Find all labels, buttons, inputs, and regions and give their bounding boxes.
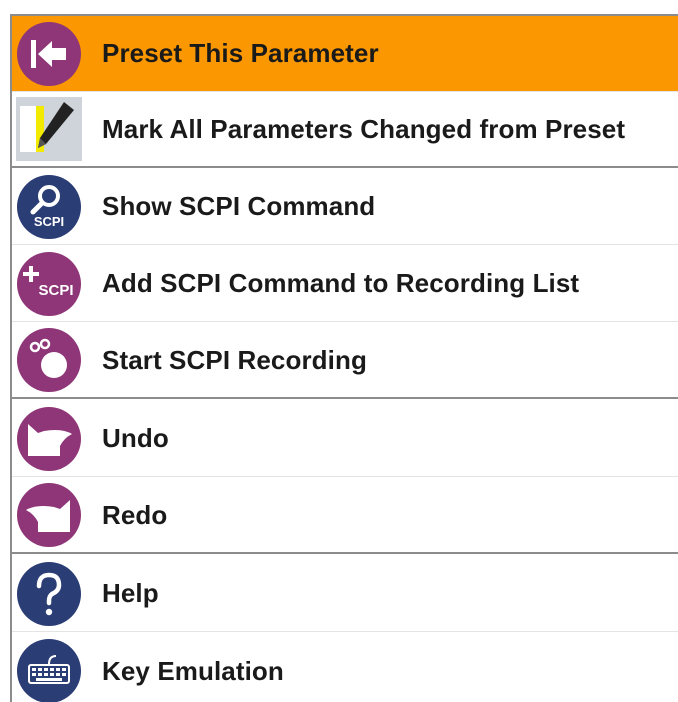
menu-item-redo[interactable]: Redo xyxy=(12,478,678,554)
menu-item-show-scpi[interactable]: SCPI Show SCPI Command xyxy=(12,169,678,245)
help-icon xyxy=(16,561,82,627)
scpi-record-icon xyxy=(16,327,82,393)
preset-arrow-icon xyxy=(16,21,82,87)
scpi-add-icon: SCPI xyxy=(16,251,82,317)
mark-pen-icon xyxy=(16,96,82,162)
keyboard-icon xyxy=(16,638,82,702)
redo-icon xyxy=(16,482,82,548)
menu-item-label: Start SCPI Recording xyxy=(102,344,367,375)
menu-item-label: Mark All Parameters Changed from Preset xyxy=(102,113,626,144)
menu-item-label: Help xyxy=(102,578,159,608)
svg-text:SCPI: SCPI xyxy=(34,214,64,229)
menu-item-key-emulation[interactable]: Key Emulation xyxy=(12,633,678,702)
menu-item-label: Redo xyxy=(102,499,168,530)
context-menu: Preset This Parameter Mark All Parameter… xyxy=(10,14,678,702)
menu-item-label: Add SCPI Command to Recording List xyxy=(102,268,580,298)
menu-item-add-scpi-recording[interactable]: SCPI Add SCPI Command to Recording List xyxy=(12,246,678,322)
menu-item-undo[interactable]: Undo xyxy=(12,401,678,477)
menu-item-start-scpi-recording[interactable]: Start SCPI Recording xyxy=(12,323,678,399)
menu-item-preset-parameter[interactable]: Preset This Parameter xyxy=(12,16,678,92)
menu-item-help[interactable]: Help xyxy=(12,556,678,632)
menu-item-label: Undo xyxy=(102,423,169,453)
menu-item-label: Show SCPI Command xyxy=(102,191,376,221)
menu-item-label: Preset This Parameter xyxy=(102,38,379,68)
undo-icon xyxy=(16,406,82,472)
menu-item-label: Key Emulation xyxy=(102,655,284,686)
scpi-search-icon: SCPI xyxy=(16,174,82,240)
menu-item-mark-changed[interactable]: Mark All Parameters Changed from Preset xyxy=(12,92,678,168)
svg-text:SCPI: SCPI xyxy=(38,282,73,299)
